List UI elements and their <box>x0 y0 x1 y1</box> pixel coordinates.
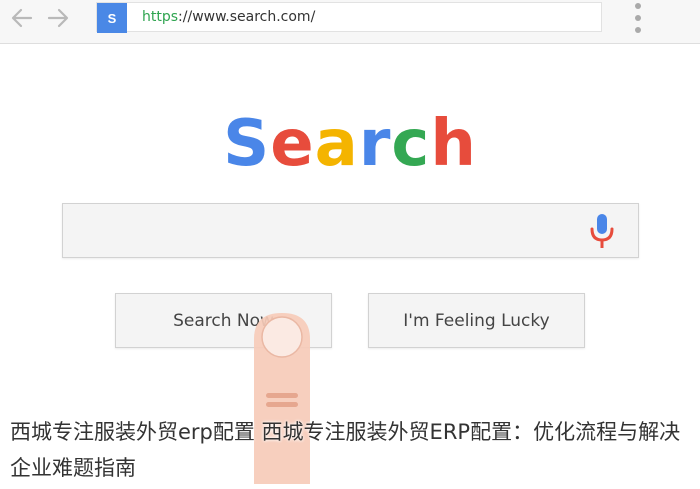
kebab-menu-icon[interactable] <box>632 2 644 34</box>
search-input[interactable] <box>62 203 639 258</box>
feeling-lucky-button[interactable]: I'm Feeling Lucky <box>368 293 585 348</box>
url-scheme: https <box>142 9 179 25</box>
logo-letter: r <box>358 107 392 181</box>
arrow-left-icon[interactable] <box>8 6 36 30</box>
logo-letter: c <box>391 107 431 181</box>
microphone-icon[interactable] <box>588 214 616 248</box>
site-favicon: S <box>97 3 127 33</box>
logo-letter: a <box>314 107 359 181</box>
logo-letter: S <box>223 107 271 181</box>
logo-letter: e <box>270 107 315 181</box>
browser-toolbar: S https://www.search.com/ <box>0 0 700 44</box>
article-title-caption: 西城专注服装外贸erp配置 西城专注服装外贸ERP配置：优化流程与解决企业难题指… <box>10 420 681 480</box>
search-logo: Search <box>0 104 700 184</box>
address-bar[interactable]: S https://www.search.com/ <box>96 2 602 33</box>
url-path: ://www.search.com/ <box>178 9 316 25</box>
logo-letter: h <box>430 107 477 181</box>
arrow-right-icon[interactable] <box>44 6 72 30</box>
url-text[interactable]: https://www.search.com/ <box>142 9 315 25</box>
